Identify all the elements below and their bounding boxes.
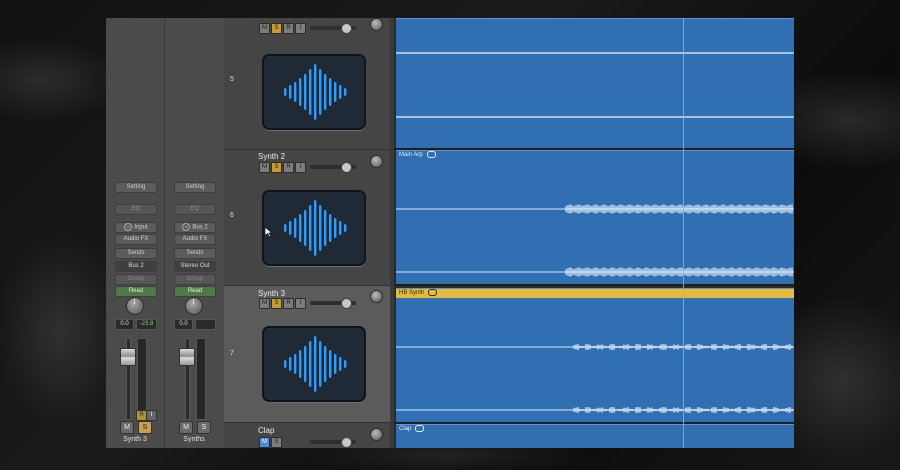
pan-knob[interactable] [370,18,383,31]
link-icon: ∞ [182,223,191,231]
volume-slider-thumb[interactable] [341,162,352,173]
input-button[interactable]: I [295,298,306,309]
track-name[interactable]: Synth 2 [258,152,285,161]
audio-region-clap[interactable]: Clap [396,424,794,448]
pan-knob[interactable] [185,297,203,315]
volume-slider-thumb[interactable] [341,298,352,309]
playhead[interactable] [683,18,684,448]
region-header: Clap [396,425,794,434]
volume-slider[interactable] [310,298,356,309]
solo-button[interactable]: S [271,23,282,34]
strip-name: Synth 3 [123,436,147,443]
volume-slider-thumb[interactable] [341,437,352,448]
sends-slot[interactable]: Sends [174,248,216,259]
track-name[interactable]: Clap [258,426,274,435]
audio-fx-slot[interactable]: Audio FX [174,234,216,245]
mute-button[interactable]: M [179,421,193,434]
link-icon: ∞ [124,223,133,231]
lane-divider [394,284,794,286]
solo-button[interactable]: S [197,421,211,434]
automation-mode[interactable]: Read [115,286,157,297]
waveform-icon[interactable] [262,54,366,130]
record-button[interactable]: R [283,298,294,309]
audio-region[interactable] [396,18,794,149]
track-headers: M S R I 5 Synth 2 M S R I 6 Synth 3 M S … [224,18,390,448]
input-button[interactable]: I [295,23,306,34]
volume-fader[interactable] [120,348,136,366]
solo-button[interactable]: S [138,421,152,434]
track-number: 5 [230,76,234,83]
track-number: 7 [230,350,234,357]
waveform-icon[interactable] [262,326,366,402]
setting-button[interactable]: Setting [174,182,216,193]
level-meter [196,338,206,420]
waveform-icon[interactable] [262,190,366,266]
eq-slot[interactable]: EQ [115,204,157,215]
mouse-cursor-icon [264,226,273,238]
volume-fader[interactable] [179,348,195,366]
tracks-area[interactable]: Main Arp HB Synth Clap [394,18,794,448]
track-header-5[interactable]: M S R I 5 [224,18,390,150]
mute-button[interactable]: M [259,298,270,309]
region-waveform [396,344,794,413]
pan-knob[interactable] [370,155,383,168]
mute-button[interactable]: M [259,23,270,34]
record-button[interactable]: R [283,162,294,173]
eq-label [115,193,155,202]
output-slot[interactable]: Stereo Out [174,261,216,272]
volume-slider[interactable] [310,437,356,448]
track-header-7[interactable]: Synth 3 M S R I 7 [224,286,390,423]
pan-knob[interactable] [126,297,144,315]
input-button[interactable]: I [295,162,306,173]
logic-pro-window: Setting EQ ∞ Input Audio FX Sends Bus 2 G… [106,18,794,448]
automation-mode[interactable]: Read [174,286,216,297]
region-waveform [396,204,794,277]
group-slot[interactable]: Group [115,274,157,285]
level-value[interactable] [195,319,216,330]
solo-button[interactable]: S [271,437,282,448]
pan-knob[interactable] [370,290,383,303]
output-slot[interactable]: Bus 2 [115,261,157,272]
inspector-mixer: Setting EQ ∞ Input Audio FX Sends Bus 2 G… [106,18,224,448]
strip-name: Synths [183,436,205,443]
sends-slot[interactable]: Sends [115,248,157,259]
input-monitor-button[interactable]: I [146,410,157,421]
loop-icon [415,425,425,432]
audio-region-hb-synth[interactable]: HB Synth [396,288,794,423]
track-header-6[interactable]: Synth 2 M S R I 6 [224,150,390,286]
audio-fx-slot[interactable]: Audio FX [115,234,157,245]
mute-button[interactable]: M [259,437,270,448]
solo-button[interactable]: S [271,162,282,173]
record-button[interactable]: R [283,23,294,34]
volume-slider[interactable] [310,23,356,34]
pan-knob[interactable] [370,428,383,441]
level-meter [137,338,147,420]
eq-slot[interactable]: EQ [174,204,216,215]
volume-slider[interactable] [310,162,356,173]
pan-value[interactable]: 0.0 [174,319,193,330]
track-number: 6 [230,212,234,219]
solo-button[interactable]: S [271,298,282,309]
mute-button[interactable]: M [259,162,270,173]
mute-button[interactable]: M [120,421,134,434]
group-slot[interactable]: Group [174,274,216,285]
level-value[interactable]: -23.8 [136,319,157,330]
setting-button[interactable]: Setting [115,182,157,193]
audio-region-main-arp[interactable]: Main Arp [396,150,794,285]
input-slot[interactable]: ∞ Input [115,222,157,233]
channel-strip-synth-3: Setting EQ ∞ Input Audio FX Sends Bus 2 G… [106,18,165,448]
track-header-clap[interactable]: Clap M S [224,423,390,448]
input-slot[interactable]: ∞ Bus 2 [174,222,216,233]
channel-strip-synths: Setting EQ ∞ Bus 2 Audio FX Sends Stereo … [165,18,223,448]
pan-value[interactable]: 0.0 [115,319,134,330]
region-waveform [396,52,794,118]
track-name[interactable]: Synth 3 [258,289,285,298]
volume-slider-thumb[interactable] [341,23,352,34]
